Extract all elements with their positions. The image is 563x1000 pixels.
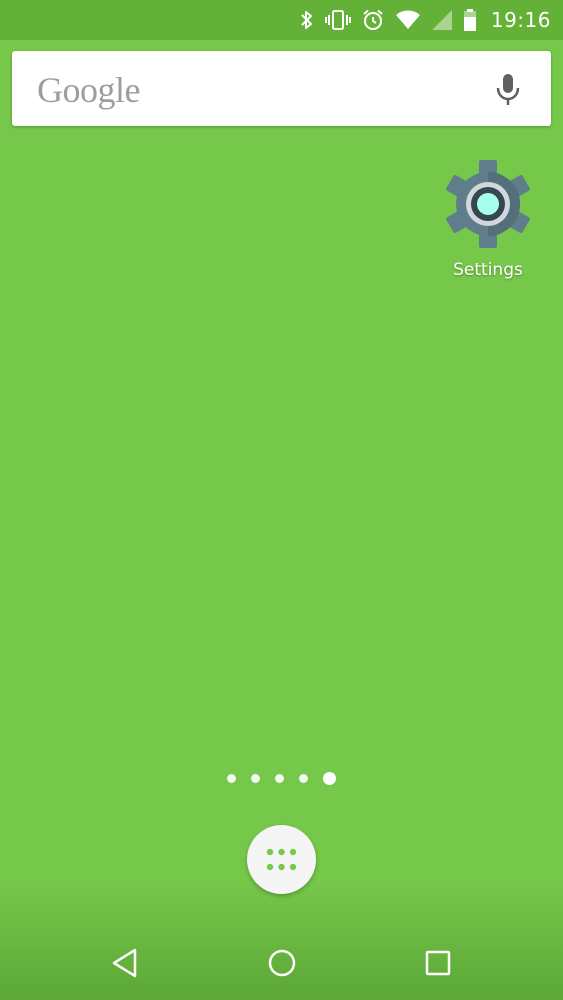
battery-icon [463, 9, 476, 31]
app-drawer-icon [266, 848, 297, 871]
navigation-bar [0, 925, 563, 1000]
page-dot [227, 774, 236, 783]
status-icons: 19:16 [299, 0, 551, 40]
all-apps-button[interactable] [247, 825, 316, 894]
home-icon[interactable] [266, 947, 298, 979]
page-dot [275, 774, 284, 783]
back-icon[interactable] [110, 947, 140, 979]
status-clock: 19:16 [490, 8, 551, 32]
google-search-bar[interactable]: Google [12, 51, 551, 126]
home-screen: 19:16 Google Settings [0, 0, 563, 1000]
cellular-signal-icon [431, 10, 452, 30]
alarm-icon [363, 9, 383, 30]
page-dot [251, 774, 260, 783]
google-logo: Google [37, 70, 140, 110]
vibrate-icon [324, 10, 351, 30]
status-bar[interactable]: 19:16 [0, 0, 563, 40]
settings-gear-icon [446, 160, 530, 248]
settings-app-shortcut[interactable]: Settings [438, 158, 538, 280]
recents-icon[interactable] [423, 947, 453, 979]
settings-app-label: Settings [453, 260, 523, 280]
page-dot-active [323, 772, 336, 785]
wifi-icon [395, 10, 420, 29]
page-dot [299, 774, 308, 783]
microphone-icon[interactable] [495, 73, 521, 107]
page-indicator [0, 772, 563, 785]
bluetooth-icon [301, 11, 312, 29]
